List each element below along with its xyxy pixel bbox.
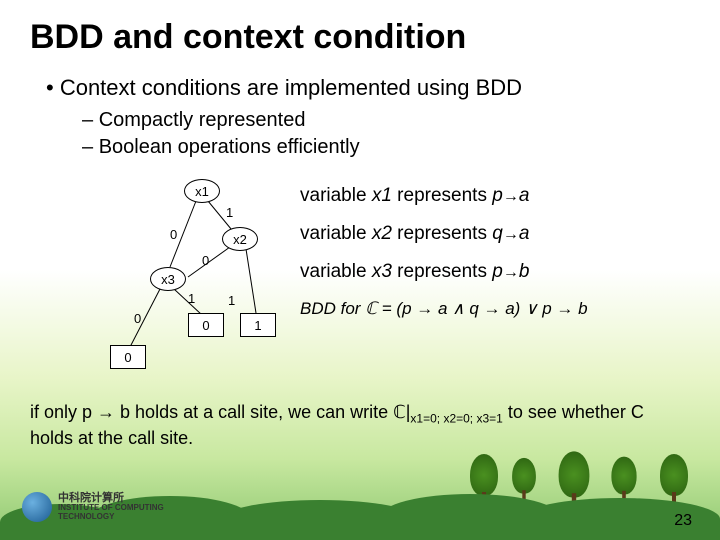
institute-logo: 中科院计算所 INSTITUTE OF COMPUTING TECHNOLOGY	[22, 492, 164, 522]
logo-text: 中科院计算所 INSTITUTE OF COMPUTING TECHNOLOGY	[58, 493, 164, 521]
legend-2-a2: a	[519, 223, 530, 244]
edge-label-x3-1: 1	[188, 291, 195, 306]
legend-1-p: p	[492, 185, 503, 206]
arrow-icon: →	[503, 226, 519, 243]
footer-subscript: x1=0; x2=0; x3=1	[410, 412, 502, 426]
legend-line-3: variable x3 represents p→b	[300, 261, 690, 283]
legend-2-c: represents	[392, 223, 492, 244]
legend-1-c: represents	[392, 185, 492, 206]
bullet-main: Context conditions are implemented using…	[46, 75, 690, 101]
bdd-terminal-0b: 0	[188, 313, 224, 337]
bdd-node-x1: x1	[184, 179, 220, 203]
legend-2-var: x2	[372, 223, 392, 244]
footer-a: if only p → b holds at a call site, we c…	[30, 402, 410, 422]
footer-sentence: if only p → b holds at a call site, we c…	[30, 401, 660, 451]
legend-line-2: variable x2 represents q→a	[300, 223, 690, 245]
bdd-diagram: x1 x2 x3 0 0 1 1 0 0 1 0 1	[30, 177, 300, 387]
legend: variable x1 represents p→a variable x2 r…	[300, 177, 690, 387]
bdd-node-x2: x2	[222, 227, 258, 251]
legend-3-b: b	[519, 261, 530, 282]
edge-label-x2-0: 0	[202, 253, 209, 268]
legend-3-c: represents	[392, 261, 492, 282]
edge-label-x1-1: 1	[226, 205, 233, 220]
legend-2-q: q	[492, 223, 503, 244]
legend-1-a: variable	[300, 185, 372, 206]
edge-label-x2-1: 1	[228, 293, 235, 308]
bdd-formula: BDD for ℂ = (p → a ∧ q → a) ∨ p → b	[300, 299, 690, 319]
page-number: 23	[674, 512, 692, 530]
legend-3-var: x3	[372, 261, 392, 282]
bullet-sub-1: Compactly represented	[82, 109, 690, 132]
edge-label-x3-0: 0	[134, 311, 141, 326]
bdd-node-x3: x3	[150, 267, 186, 291]
bullet-sub-2: Boolean operations efficiently	[82, 136, 690, 159]
bdd-terminal-0a: 0	[110, 345, 146, 369]
edge-label-x1-0: 0	[170, 227, 177, 242]
legend-3-a: variable	[300, 261, 372, 282]
legend-line-1: variable x1 represents p→a	[300, 185, 690, 207]
bdd-terminal-1: 1	[240, 313, 276, 337]
legend-1-a2: a	[519, 185, 530, 206]
legend-3-p: p	[492, 261, 503, 282]
legend-2-a: variable	[300, 223, 372, 244]
arrow-icon: →	[503, 264, 519, 281]
slide-title: BDD and context condition	[30, 18, 690, 57]
arrow-icon: →	[503, 188, 519, 205]
logo-mark-icon	[22, 492, 52, 522]
legend-1-var: x1	[372, 185, 392, 206]
logo-en2: TECHNOLOGY	[58, 513, 164, 521]
